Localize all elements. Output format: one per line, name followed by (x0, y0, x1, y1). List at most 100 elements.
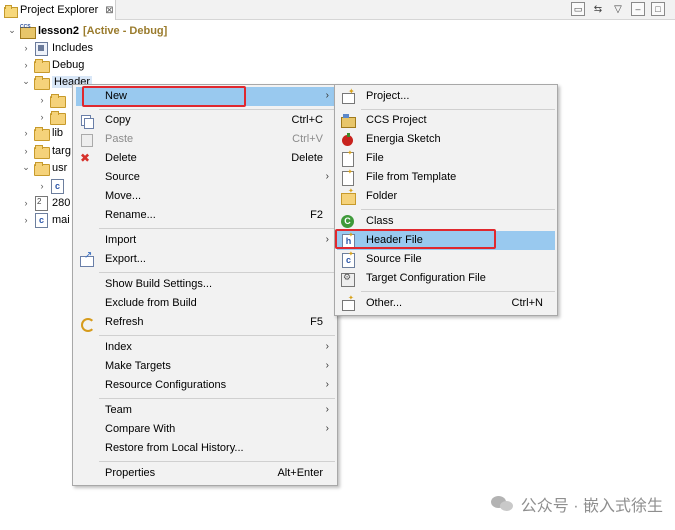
tree-row-main[interactable]: › mai (20, 211, 70, 228)
copy-icon (80, 114, 94, 129)
tree-row-debug[interactable]: › Debug (20, 56, 84, 73)
c-file-icon (50, 179, 64, 194)
energia-sketch-icon (341, 133, 354, 146)
project-explorer-icon (4, 4, 18, 18)
linker-file-icon (34, 196, 48, 211)
tree-item-label: lib (52, 126, 64, 139)
class-icon (341, 215, 354, 228)
export-icon (80, 250, 94, 267)
submenu-item-file-from-template[interactable]: File from Template (337, 168, 555, 187)
chevron-right-icon: › (325, 404, 329, 415)
submenu-item-source-file[interactable]: Source File (337, 250, 555, 269)
menu-item-team[interactable]: Team › (76, 401, 335, 420)
expand-right-icon[interactable]: › (20, 146, 32, 156)
menu-item-export[interactable]: Export... (76, 250, 335, 269)
menu-item-restore-local-history[interactable]: Restore from Local History... (76, 439, 335, 458)
expand-right-icon[interactable]: › (20, 128, 32, 138)
tree-item-label: Debug (52, 58, 85, 71)
menu-separator (99, 461, 335, 462)
submenu-item-project[interactable]: Project... (337, 87, 555, 106)
expand-down-icon[interactable]: ⌄ (6, 25, 18, 36)
tree-row-targ[interactable]: › targ (20, 142, 71, 159)
tree-item-label: mai (52, 213, 70, 226)
menu-separator (99, 272, 335, 273)
new-project-icon (341, 87, 355, 104)
submenu-item-file[interactable]: File (337, 149, 555, 168)
link-with-editor-icon[interactable]: ⇆ (591, 2, 605, 16)
folder-open-icon (34, 161, 50, 176)
collapse-all-icon[interactable]: ▭ (571, 2, 585, 16)
submenu-item-ccs-project[interactable]: CCS Project (337, 111, 555, 130)
menu-item-properties[interactable]: Properties Alt+Enter (76, 464, 335, 483)
expand-down-icon[interactable]: ⌄ (20, 76, 32, 87)
menu-item-move[interactable]: Move... (76, 187, 335, 206)
tree-item-label: 280 (52, 196, 71, 209)
wechat-icon (490, 494, 515, 514)
view-menu-icon[interactable]: ▽ (611, 2, 625, 16)
maximize-icon[interactable]: □ (651, 2, 665, 16)
tree-row-usr[interactable]: ⌄ usr (20, 159, 67, 176)
menu-item-import[interactable]: Import › (76, 231, 335, 250)
menu-item-show-build-settings[interactable]: Show Build Settings... (76, 275, 335, 294)
menu-item-rename[interactable]: Rename... F2 (76, 206, 335, 225)
tree-row-project[interactable]: ⌄ lesson2 [Active - Debug] (6, 22, 167, 39)
folder-icon (34, 58, 50, 73)
submenu-item-target-configuration-file[interactable]: Target Configuration File (337, 269, 555, 288)
tab-project-explorer[interactable]: Project Explorer ⊠ (0, 0, 116, 20)
expand-right-icon[interactable]: › (20, 198, 32, 208)
paste-icon (80, 133, 93, 147)
refresh-icon (80, 316, 95, 332)
menu-item-copy[interactable]: Copy Ctrl+C (76, 111, 335, 130)
callout-new-highlight (82, 86, 246, 107)
menu-item-make-targets[interactable]: Make Targets › (76, 357, 335, 376)
c-file-icon (34, 213, 48, 228)
menu-separator (361, 109, 555, 110)
submenu-item-other[interactable]: Other... Ctrl+N (337, 294, 555, 313)
new-submenu: Project... CCS Project Energia Sketch Fi… (334, 84, 558, 316)
project-status: [Active - Debug] (82, 24, 168, 37)
menu-separator (99, 398, 335, 399)
menu-separator (361, 291, 555, 292)
expand-right-icon[interactable]: › (20, 215, 32, 225)
tree-item-label: Includes (52, 41, 93, 54)
submenu-item-folder[interactable]: Folder (337, 187, 555, 206)
target-config-icon (341, 272, 355, 287)
watermark: 公众号 · 嵌入式徐生 (490, 492, 663, 516)
tree-row-child[interactable]: › (36, 177, 68, 194)
tab-label: Project Explorer (20, 4, 99, 16)
close-icon[interactable]: ⊠ (105, 5, 113, 16)
menu-separator (361, 209, 555, 210)
menu-item-delete[interactable]: Delete Delete (76, 149, 335, 168)
chevron-right-icon: › (325, 360, 329, 371)
minimize-icon[interactable]: – (631, 2, 645, 16)
new-folder-icon (341, 187, 356, 205)
tree-item-label: usr (52, 161, 68, 174)
expand-right-icon[interactable]: › (36, 181, 48, 191)
project-name: lesson2 (38, 24, 79, 37)
folder-open-icon (34, 75, 50, 90)
expand-down-icon[interactable]: ⌄ (20, 162, 32, 173)
expand-right-icon[interactable]: › (36, 112, 48, 122)
tree-row-280[interactable]: › 280 (20, 194, 70, 211)
expand-right-icon[interactable]: › (20, 43, 32, 53)
submenu-item-energia-sketch[interactable]: Energia Sketch (337, 130, 555, 149)
folder-icon (50, 93, 66, 108)
menu-item-paste[interactable]: Paste Ctrl+V (76, 130, 335, 149)
tree-row-child[interactable]: › (36, 108, 68, 125)
context-menu: New › Copy Ctrl+C Paste Ctrl+V Delete De… (72, 84, 338, 486)
expand-right-icon[interactable]: › (20, 60, 32, 70)
expand-right-icon[interactable]: › (36, 95, 48, 105)
menu-item-exclude-from-build[interactable]: Exclude from Build (76, 294, 335, 313)
chevron-right-icon: › (325, 341, 329, 352)
menu-item-source[interactable]: Source › (76, 168, 335, 187)
folder-icon (34, 144, 50, 159)
menu-item-resource-configurations[interactable]: Resource Configurations › (76, 376, 335, 395)
tree-row-includes[interactable]: › Includes (20, 39, 93, 56)
tree-row-lib[interactable]: › lib (20, 124, 63, 141)
includes-icon (34, 41, 48, 56)
menu-item-index[interactable]: Index › (76, 338, 335, 357)
tree-row-child[interactable]: › (36, 91, 68, 108)
menu-item-compare-with[interactable]: Compare With › (76, 420, 335, 439)
menu-separator (99, 109, 335, 110)
menu-item-refresh[interactable]: Refresh F5 (76, 313, 335, 332)
